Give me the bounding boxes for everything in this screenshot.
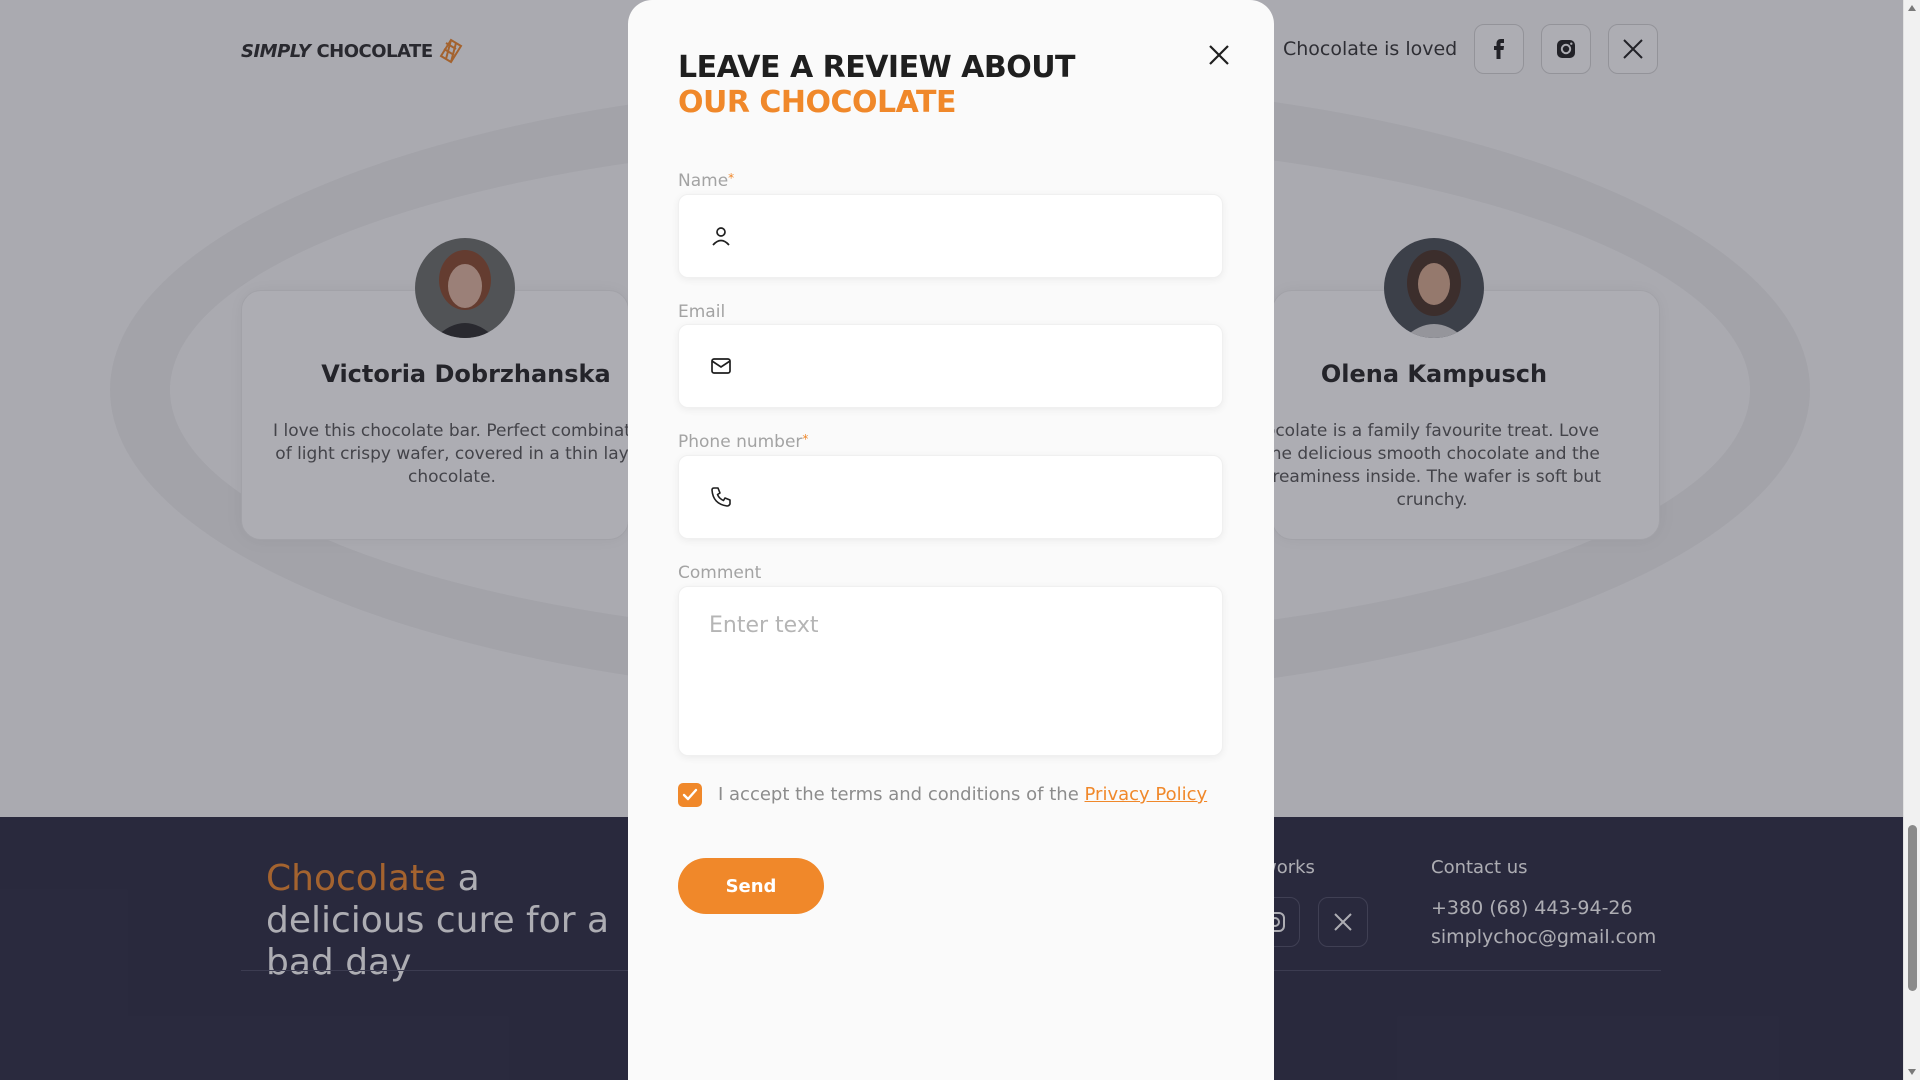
phone-field[interactable] (678, 455, 1223, 539)
name-label: Name* (678, 171, 735, 191)
phone-input[interactable] (749, 456, 1222, 538)
comment-field[interactable] (678, 586, 1223, 756)
terms-checkbox[interactable] (678, 783, 702, 807)
mail-icon (711, 358, 731, 374)
close-icon (1209, 45, 1229, 65)
email-input[interactable] (749, 325, 1222, 407)
send-button[interactable]: Send (678, 858, 824, 914)
name-input[interactable] (749, 195, 1222, 277)
email-label: Email (678, 302, 726, 322)
scroll-up-arrow[interactable] (1908, 5, 1916, 11)
scrollbar-thumb[interactable] (1908, 825, 1917, 991)
terms-label: I accept the terms and conditions of the… (718, 784, 1208, 805)
scrollbar[interactable] (1903, 0, 1920, 1080)
user-icon (712, 227, 730, 246)
comment-label: Comment (678, 563, 762, 583)
close-button[interactable] (1204, 40, 1234, 70)
comment-textarea[interactable] (679, 587, 1222, 755)
required-mark: * (802, 432, 809, 446)
required-mark: * (728, 171, 735, 185)
email-field[interactable] (678, 324, 1223, 408)
privacy-policy-link[interactable]: Privacy Policy (1085, 784, 1208, 805)
modal-title: LEAVE A REVIEW ABOUT OUR CHOCOLATE (678, 50, 1076, 120)
scroll-down-arrow[interactable] (1908, 1069, 1916, 1075)
phone-label: Phone number* (678, 432, 809, 452)
phone-icon (711, 487, 731, 507)
name-field[interactable] (678, 194, 1223, 278)
review-modal (628, 0, 1274, 1080)
checkmark-icon (682, 788, 698, 801)
